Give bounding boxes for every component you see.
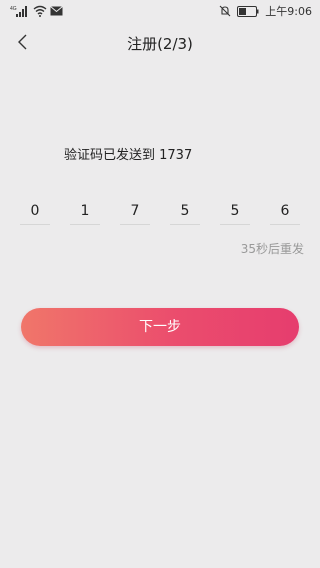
code-digit-6[interactable]: 6 bbox=[270, 198, 300, 225]
battery-icon bbox=[237, 5, 259, 17]
status-bar-left: 4G bbox=[10, 4, 63, 18]
code-digit-2[interactable]: 1 bbox=[70, 198, 100, 225]
code-digit-5[interactable]: 5 bbox=[220, 198, 250, 225]
status-time: 上午9:06 bbox=[265, 5, 312, 18]
resend-countdown: 35秒后重发 bbox=[240, 242, 304, 256]
status-bar-right: 上午9:06 bbox=[219, 4, 312, 18]
status-bar: 4G 上午9:06 bbox=[0, 0, 320, 22]
wifi-icon bbox=[33, 5, 47, 17]
code-digit-3[interactable]: 7 bbox=[120, 198, 150, 225]
register-screen: 4G 上午9:06 注册(2/3) 验证码已发送到 1737 0 1 7 5 5… bbox=[0, 0, 320, 568]
code-digit-4[interactable]: 5 bbox=[170, 198, 200, 225]
next-button[interactable]: 下一步 bbox=[21, 308, 299, 346]
back-button[interactable] bbox=[8, 28, 36, 60]
network-type-label: 4G bbox=[10, 6, 17, 12]
mute-icon bbox=[219, 5, 231, 17]
page-title: 注册(2/3) bbox=[127, 35, 193, 53]
header: 注册(2/3) bbox=[0, 26, 320, 62]
verification-code-input[interactable]: 0 1 7 5 5 6 bbox=[0, 198, 320, 228]
code-sent-message: 验证码已发送到 1737 bbox=[64, 148, 193, 163]
signal-icon: 4G bbox=[10, 5, 30, 17]
code-digit-1[interactable]: 0 bbox=[20, 198, 50, 225]
chevron-left-icon bbox=[16, 33, 28, 55]
mail-icon bbox=[50, 6, 63, 16]
